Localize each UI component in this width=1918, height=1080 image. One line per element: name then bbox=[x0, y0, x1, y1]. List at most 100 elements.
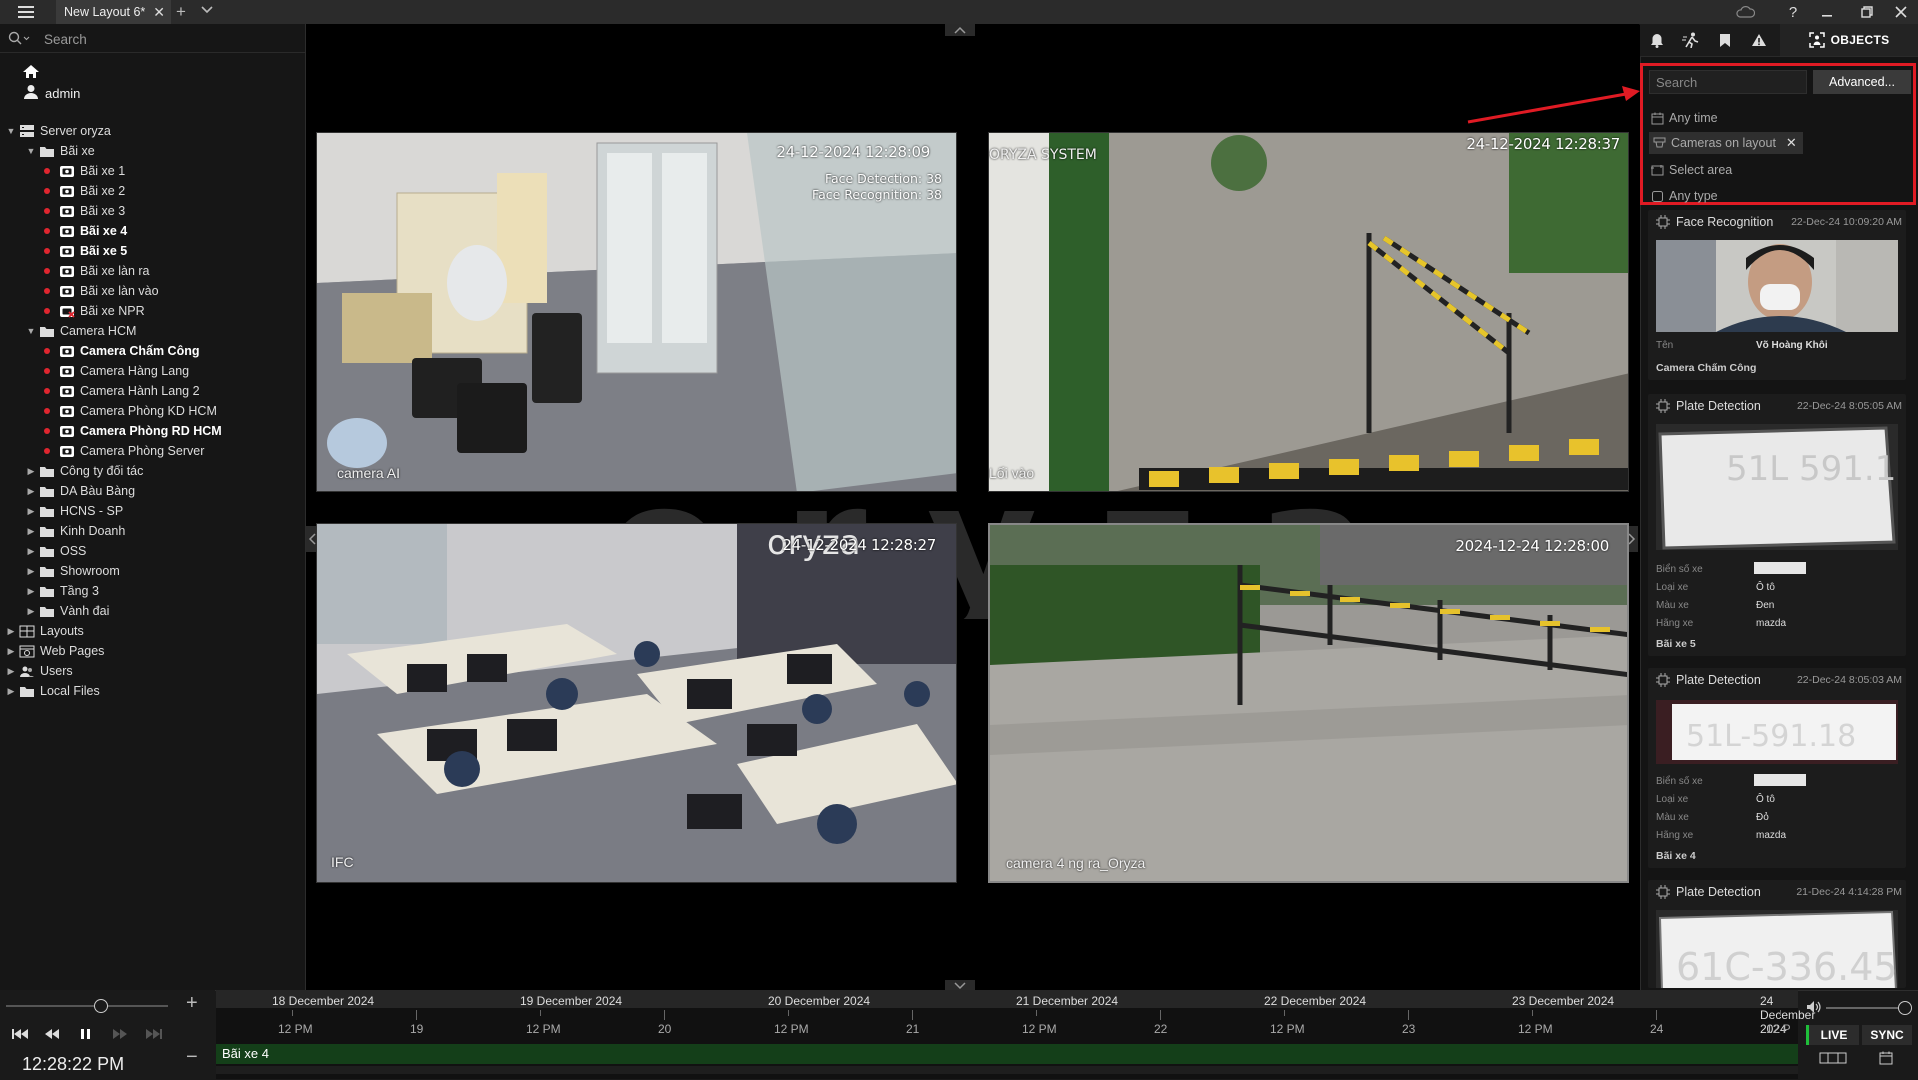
object-card-plate-1[interactable]: Plate Detection 22-Dec-24 8:05:05 AM 51L… bbox=[1648, 394, 1906, 656]
collapse-top-button[interactable] bbox=[945, 24, 975, 36]
tree-item-camera[interactable]: Bãi xe 4 bbox=[44, 221, 127, 241]
tree-item-folder[interactable]: ▼ Bãi xe bbox=[24, 141, 95, 161]
plate-thumbnail[interactable]: 51L 591.18 bbox=[1656, 424, 1898, 550]
tree-item-folder[interactable]: ▼ Camera HCM bbox=[24, 321, 137, 341]
volume-slider-handle[interactable] bbox=[1898, 1001, 1912, 1015]
collapsed-arrow-icon[interactable]: ▶ bbox=[24, 586, 38, 597]
restore-button[interactable] bbox=[1850, 0, 1884, 24]
tree-item-folder[interactable]: ▶ Công ty đối tác bbox=[24, 461, 144, 481]
main-menu-button[interactable] bbox=[6, 0, 46, 24]
collapsed-arrow-icon[interactable]: ▶ bbox=[24, 506, 38, 517]
tree-item-users[interactable]: ▶ Users bbox=[4, 661, 73, 681]
tree-item-camera[interactable]: Bãi xe NPR bbox=[44, 301, 145, 321]
bookmarks-tab[interactable] bbox=[1708, 24, 1742, 56]
tree-item-folder[interactable]: ▶ OSS bbox=[24, 541, 87, 561]
tree-item-folder[interactable]: ▶ Vành đai bbox=[24, 601, 110, 621]
tree-item-camera[interactable]: Bãi xe 3 bbox=[44, 201, 125, 221]
close-tab-icon[interactable]: ✕ bbox=[153, 4, 165, 21]
zoom-out-button[interactable]: − bbox=[186, 1046, 198, 1069]
volume-slider-track[interactable] bbox=[1826, 1007, 1904, 1009]
zoom-in-button[interactable]: + bbox=[186, 992, 198, 1015]
collapsed-arrow-icon[interactable]: ▶ bbox=[4, 646, 18, 657]
tab-list-chevron-icon[interactable] bbox=[201, 5, 213, 15]
timeline[interactable]: 18 December 2024 19 December 2024 20 Decem… bbox=[216, 990, 1815, 1079]
collapsed-arrow-icon[interactable]: ▶ bbox=[4, 686, 18, 697]
collapsed-arrow-icon[interactable]: ▶ bbox=[24, 546, 38, 557]
collapsed-arrow-icon[interactable]: ▶ bbox=[24, 566, 38, 577]
camera-tile-camera-ai[interactable]: 24-12-2024 12:28:09 Face Detection: 38 F… bbox=[316, 132, 957, 492]
calendar-icon[interactable] bbox=[1879, 1051, 1893, 1065]
tree-item-camera[interactable]: Bãi xe làn ra bbox=[44, 261, 149, 281]
camera-tile-ifc[interactable]: oryza 24-12-2024 12:28:27 IFC bbox=[316, 523, 957, 883]
tree-item-layouts[interactable]: ▶ Layouts bbox=[4, 621, 84, 641]
collapsed-arrow-icon[interactable]: ▶ bbox=[24, 526, 38, 537]
object-card-face[interactable]: Face Recognition 22-Dec-24 10:09:20 AM T… bbox=[1648, 210, 1906, 380]
collapsed-arrow-icon[interactable]: ▶ bbox=[4, 626, 18, 637]
cameras-filter-chip[interactable]: Cameras on layout ✕ bbox=[1649, 132, 1803, 154]
tree-item-camera[interactable]: Bãi xe 2 bbox=[44, 181, 125, 201]
area-filter[interactable]: Select area bbox=[1651, 160, 1732, 180]
tree-item-camera[interactable]: Camera Hàng Lang bbox=[44, 361, 189, 381]
tree-item-camera[interactable]: Camera Phòng KD HCM bbox=[44, 401, 217, 421]
collapsed-arrow-icon[interactable]: ▶ bbox=[24, 466, 38, 477]
tree-item-camera[interactable]: Camera Hành Lang 2 bbox=[44, 381, 200, 401]
live-button[interactable]: LIVE bbox=[1806, 1025, 1859, 1045]
timeline-track[interactable] bbox=[216, 1044, 1798, 1064]
tree-item-folder[interactable]: ▶ Kinh Doanh bbox=[24, 521, 126, 541]
advanced-search-button[interactable]: Advanced... bbox=[1813, 70, 1911, 94]
time-filter[interactable]: Any time bbox=[1651, 108, 1718, 128]
camera-tile-bai-xe-4[interactable]: 2024-12-24 12:28:00 camera 4 ng ra_Oryza bbox=[988, 523, 1629, 883]
add-tab-button[interactable]: + bbox=[176, 2, 186, 22]
clear-cameras-filter-icon[interactable]: ✕ bbox=[1786, 135, 1797, 151]
expanded-arrow-icon[interactable]: ▼ bbox=[24, 146, 38, 156]
objects-tab[interactable]: OBJECTS bbox=[1780, 24, 1918, 56]
tree-item-folder[interactable]: ▶ HCNS - SP bbox=[24, 501, 124, 521]
object-card-plate-3[interactable]: Plate Detection 21-Dec-24 4:14:28 PM 61C… bbox=[1648, 880, 1906, 988]
pause-icon[interactable] bbox=[80, 1028, 92, 1040]
step-forward-icon[interactable] bbox=[112, 1028, 128, 1040]
sync-button[interactable]: SYNC bbox=[1862, 1025, 1912, 1045]
type-filter[interactable]: Any type bbox=[1651, 186, 1718, 206]
events-tab[interactable] bbox=[1742, 24, 1776, 56]
tree-item-folder[interactable]: ▶ Showroom bbox=[24, 561, 120, 581]
close-window-button[interactable] bbox=[1884, 0, 1918, 24]
layout-tab[interactable]: New Layout 6* ✕ bbox=[56, 0, 171, 24]
cloud-icon[interactable] bbox=[1728, 0, 1762, 24]
tree-item-web[interactable]: ▶ Web Pages bbox=[4, 641, 105, 661]
collapsed-arrow-icon[interactable]: ▶ bbox=[4, 666, 18, 677]
tree-item-camera[interactable]: Bãi xe 5 bbox=[44, 241, 127, 261]
expanded-arrow-icon[interactable]: ▼ bbox=[24, 326, 38, 336]
layout-toggle-icon[interactable] bbox=[1819, 1052, 1847, 1064]
object-card-plate-2[interactable]: Plate Detection 22-Dec-24 8:05:03 AM 51L… bbox=[1648, 668, 1906, 868]
tree-item-camera[interactable]: Camera Phòng Server bbox=[44, 441, 204, 461]
plate-thumbnail[interactable]: 61C-336.45 bbox=[1656, 910, 1898, 988]
camera-tile-loi-vao[interactable]: ORYZA SYSTEM 24-12-2024 12:28:37 Lối vào bbox=[988, 132, 1629, 492]
timeline-scrollbar[interactable] bbox=[216, 1066, 1798, 1074]
objects-search-input[interactable] bbox=[1649, 70, 1807, 94]
tree-item-camera[interactable]: Camera Chấm Công bbox=[44, 341, 199, 361]
notifications-tab[interactable] bbox=[1640, 24, 1674, 56]
home-icon[interactable] bbox=[22, 64, 40, 79]
tree-item-camera[interactable]: Camera Phòng RD HCM bbox=[44, 421, 222, 441]
rewind-icon[interactable] bbox=[44, 1028, 60, 1040]
tree-item-folder[interactable]: ▶ DA Bàu Bàng bbox=[24, 481, 136, 501]
resource-search-input[interactable] bbox=[42, 28, 296, 50]
plate-thumbnail[interactable]: 51L-591.18 bbox=[1656, 700, 1898, 764]
help-icon[interactable]: ? bbox=[1776, 0, 1810, 24]
jump-to-end-icon[interactable] bbox=[144, 1028, 162, 1040]
expanded-arrow-icon[interactable]: ▼ bbox=[4, 126, 18, 136]
speed-slider-track[interactable] bbox=[6, 1005, 168, 1007]
tree-item-folder[interactable]: ▶ Local Files bbox=[4, 681, 100, 701]
collapsed-arrow-icon[interactable]: ▶ bbox=[24, 486, 38, 497]
tree-item-camera[interactable]: Bãi xe 1 bbox=[44, 161, 125, 181]
jump-to-start-icon[interactable] bbox=[12, 1028, 30, 1040]
speed-slider-handle[interactable] bbox=[94, 999, 108, 1013]
motion-tab[interactable] bbox=[1674, 24, 1708, 56]
collapsed-arrow-icon[interactable]: ▶ bbox=[24, 606, 38, 617]
face-thumbnail[interactable] bbox=[1656, 240, 1898, 332]
tree-item-folder[interactable]: ▶ Tầng 3 bbox=[24, 581, 99, 601]
tree-item-camera[interactable]: Bãi xe làn vào bbox=[44, 281, 159, 301]
volume-icon[interactable] bbox=[1806, 1000, 1822, 1014]
tree-item-server[interactable]: ▼ Server oryza bbox=[4, 121, 111, 141]
minimize-button[interactable] bbox=[1810, 0, 1844, 24]
